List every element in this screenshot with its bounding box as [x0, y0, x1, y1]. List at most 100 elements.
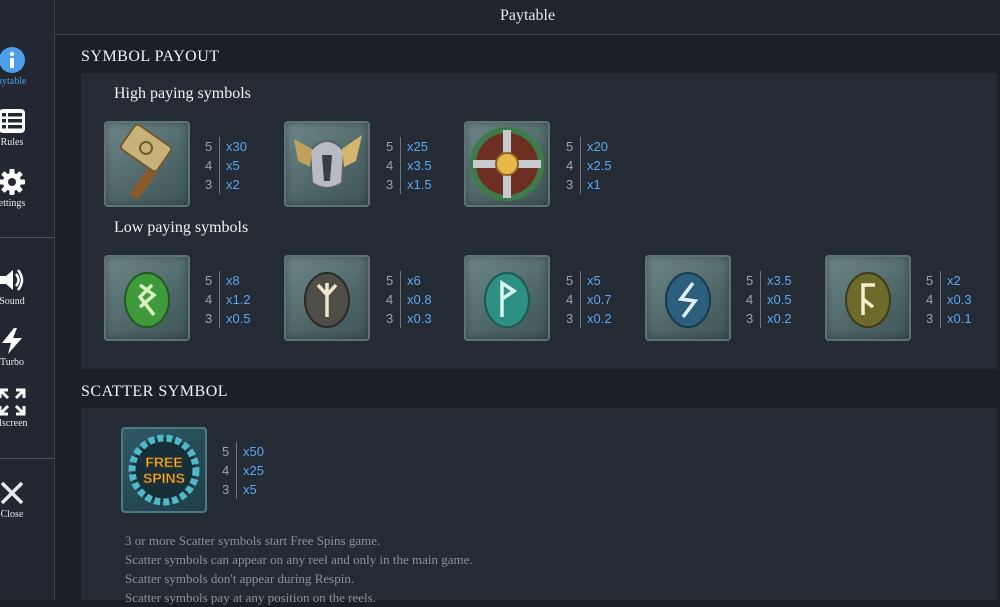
pay-multiplier: x50: [243, 444, 264, 459]
sidebar-item-label: aytable: [0, 76, 27, 87]
pay-count: 3: [222, 482, 230, 497]
pay-count: 3: [746, 311, 754, 326]
pay-count: 4: [205, 292, 213, 307]
pay-count: 4: [566, 158, 574, 173]
pay-count: 5: [746, 273, 754, 288]
sidebar-item-label: Turbo: [0, 357, 25, 368]
pay-row: 4 x0.8: [386, 290, 432, 309]
pay-row: 3 x5: [222, 480, 264, 499]
helmet-icon: [284, 121, 370, 207]
list-icon: [0, 105, 28, 137]
pay-multiplier: x0.8: [407, 292, 432, 307]
pay-row: 5 x25: [386, 137, 432, 156]
paytable-helmet: 5 x25 4 x3.5 3 x1.5: [386, 137, 432, 194]
pay-multiplier: x0.7: [587, 292, 612, 307]
green-rune-icon: [104, 255, 190, 341]
pay-multiplier: x25: [243, 463, 264, 478]
pay-count: 4: [222, 463, 230, 478]
pay-multiplier: x30: [226, 139, 247, 154]
section-title-scatter: SCATTER SYMBOL: [81, 383, 229, 400]
pay-multiplier: x2: [226, 177, 240, 192]
pay-multiplier: x1.5: [407, 177, 432, 192]
low-paying-title: Low paying symbols: [114, 219, 249, 236]
pay-count: 5: [386, 273, 394, 288]
sidebar-item-fullscreen[interactable]: llscreen: [0, 386, 54, 442]
pay-multiplier: x0.3: [947, 292, 972, 307]
pay-count: 5: [205, 273, 213, 288]
pay-count: 5: [205, 139, 213, 154]
pay-count: 5: [222, 444, 230, 459]
pay-multiplier: x3.5: [407, 158, 432, 173]
gear-icon: [0, 166, 28, 198]
pay-row: 5 x3.5: [746, 271, 792, 290]
pay-row: 4 x0.3: [926, 290, 972, 309]
fullscreen-icon: [0, 386, 28, 418]
pay-row: 5 x20: [566, 137, 612, 156]
paytable-scatter: 5 x50 4 x25 3 x5: [222, 442, 264, 499]
section-title-symbol-payout: SYMBOL PAYOUT: [81, 48, 220, 65]
pay-count: 5: [566, 273, 574, 288]
pay-row: 3 x0.3: [386, 309, 432, 328]
sidebar-item-close[interactable]: Close: [0, 477, 54, 533]
pay-row: 3 x0.1: [926, 309, 972, 328]
sidebar-item-rules[interactable]: Rules: [0, 105, 54, 161]
pay-row: 3 x0.2: [566, 309, 612, 328]
paytable-grey-rune: 5 x6 4 x0.8 3 x0.3: [386, 271, 432, 328]
pay-row: 5 x6: [386, 271, 432, 290]
scatter-description: 3 or more Scatter symbols start Free Spi…: [125, 531, 473, 607]
pay-row: 4 x3.5: [386, 156, 432, 175]
teal-rune-icon: [464, 255, 550, 341]
sidebar-item-turbo[interactable]: Turbo: [0, 325, 54, 381]
speaker-icon: [0, 264, 28, 296]
pay-multiplier: x5: [226, 158, 240, 173]
sidebar-item-settings[interactable]: ettings: [0, 166, 54, 222]
pay-row: 5 x50: [222, 442, 264, 461]
paytable-shield: 5 x20 4 x2.5 3 x1: [566, 137, 612, 194]
pay-multiplier: x1: [587, 177, 601, 192]
scatter-rule-line: Scatter symbols don't appear during Resp…: [125, 571, 355, 586]
pay-multiplier: x0.5: [226, 311, 251, 326]
pay-row: 5 x8: [205, 271, 251, 290]
pay-multiplier: x6: [407, 273, 421, 288]
high-paying-title: High paying symbols: [114, 85, 251, 102]
pay-count: 3: [386, 177, 394, 192]
pay-count: 4: [205, 158, 213, 173]
pay-multiplier: x2: [947, 273, 961, 288]
scatter-text-spins: SPINS: [143, 470, 185, 486]
pay-count: 3: [205, 177, 213, 192]
pay-row: 4 x25: [222, 461, 264, 480]
pay-row: 4 x1.2: [205, 290, 251, 309]
pay-row: 3 x1.5: [386, 175, 432, 194]
lightning-icon: [0, 325, 28, 357]
paytable-blue-rune: 5 x3.5 4 x0.5 3 x0.2: [746, 271, 792, 328]
sidebar-item-sound[interactable]: Sound: [0, 264, 54, 320]
hammer-icon: [104, 121, 190, 207]
pay-row: 3 x0.5: [205, 309, 251, 328]
pay-row: 4 x2.5: [566, 156, 612, 175]
sidebar-item-paytable[interactable]: aytable: [0, 44, 54, 100]
pay-row: 4 x5: [205, 156, 247, 175]
pay-count: 3: [566, 177, 574, 192]
sidebar-divider: [0, 237, 54, 238]
blue-rune-icon: [645, 255, 731, 341]
sidebar-item-label: Rules: [0, 137, 24, 148]
pay-multiplier: x8: [226, 273, 240, 288]
pay-row: 4 x0.7: [566, 290, 612, 309]
pay-multiplier: x0.3: [407, 311, 432, 326]
pay-count: 4: [746, 292, 754, 307]
page-title: Paytable: [55, 0, 1000, 35]
pay-multiplier: x5: [587, 273, 601, 288]
sidebar-item-label: llscreen: [0, 418, 28, 429]
paytable-hammer: 5 x30 4 x5 3 x2: [205, 137, 247, 194]
sidebar-divider: [0, 458, 54, 459]
free-spins-scatter-icon: FREE SPINS: [121, 427, 207, 513]
scatter-rule-line: Scatter symbols pay at any position on t…: [125, 590, 376, 605]
info-icon: [0, 44, 28, 76]
pay-row: 5 x30: [205, 137, 247, 156]
pay-row: 4 x0.5: [746, 290, 792, 309]
pay-multiplier: x0.5: [767, 292, 792, 307]
pay-count: 3: [926, 311, 934, 326]
scatter-text-free: FREE: [145, 454, 182, 470]
close-icon: [0, 477, 28, 509]
sidebar: aytable Rules ettings Sound Turbo llscre…: [0, 0, 55, 600]
